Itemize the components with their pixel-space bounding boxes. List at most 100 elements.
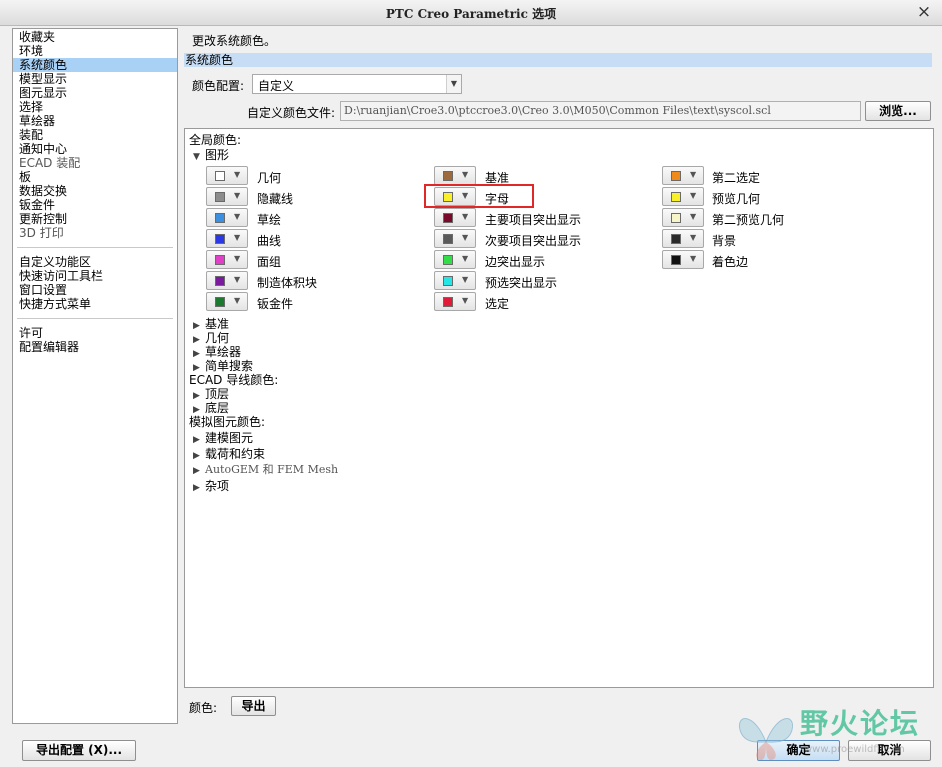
nav-item[interactable]: 系统颜色 [13,58,177,72]
options-nav: 收藏夹 环境 系统颜色 模型显示 图元显示 选择 草绘器 装配 通知中心 ECAD 装配板数据交换… [12,28,178,724]
close-icon[interactable]: × [916,3,932,21]
color-item-label: 主要项目突出显示 [485,213,582,227]
chevron-down-icon: ▼ [234,170,241,179]
color-picker-button[interactable]: ▼ [662,250,704,269]
color-swatch [443,213,453,223]
color-swatch [671,213,681,223]
chevron-down-icon: ▼ [462,170,469,179]
color-swatch [443,234,453,244]
color-picker-button[interactable]: ▼ [434,166,476,185]
export-button[interactable]: 导出 [231,696,276,716]
color-picker-button[interactable]: ▼ [662,187,704,206]
nav-item[interactable]: 快捷方式菜单 [13,297,177,311]
title-bar: PTC Creo Parametric 选项 × [0,0,942,26]
custom-file-path-field[interactable]: D:\ruanjian\Croe3.0\ptccroe3.0\Creo 3.0\… [340,101,861,121]
nav-item[interactable]: 选择 [13,100,177,114]
color-picker-button[interactable]: ▼ [662,208,704,227]
nav-item[interactable]: 更新控制 [13,212,177,226]
color-item-label: 制造体积块 [257,276,318,290]
cancel-button[interactable]: 取消 [848,740,931,761]
color-item-label: 预选突出显示 [485,276,558,290]
tree-node[interactable]: ▶ AutoGEM 和 FEM Mesh [193,461,338,477]
browse-button[interactable]: 浏览... [865,101,931,121]
nav-divider [17,247,173,248]
color-picker-button[interactable]: ▼ [206,250,248,269]
nav-item[interactable]: 自定义功能区 [13,255,177,269]
nav-group-main: 收藏夹 环境 系统颜色 模型显示 图元显示 选择 草绘器 装配 通知中心 ECAD 装配板数据交换… [13,29,177,240]
nav-item[interactable]: 快速访问工具栏 [13,269,177,283]
nav-item[interactable]: 配置编辑器 [13,340,177,354]
chevron-down-icon: ▼ [690,254,697,263]
triangle-right-icon: ▶ [193,435,200,445]
color-config-label: 颜色配置: [192,79,245,93]
color-config-dropdown[interactable]: 自定义 ▼ [252,74,462,94]
color-picker-button[interactable]: ▼ [206,292,248,311]
chevron-down-icon: ▼ [690,191,697,200]
chevron-down-icon: ▼ [690,233,697,242]
chevron-down-icon: ▼ [690,212,697,221]
graphics-group-toggle[interactable]: ▼ 图形 [193,146,229,163]
tree-node-label: AutoGEM 和 FEM Mesh [205,463,339,476]
nav-item[interactable]: 环境 [13,44,177,58]
nav-item[interactable]: ECAD 装配 [13,156,177,170]
color-picker-button[interactable]: ▼ [434,229,476,248]
nav-item[interactable]: 数据交换 [13,184,177,198]
color-picker-button[interactable]: ▼ [434,271,476,290]
nav-item[interactable]: 板 [13,170,177,184]
color-swatch [215,213,225,223]
chevron-down-icon: ▼ [462,254,469,263]
color-picker-button[interactable]: ▼ [434,250,476,269]
color-item-label: 第二预览几何 [712,213,785,227]
tree-node[interactable]: ▶ 杂项 [193,477,229,494]
color-picker-button[interactable]: ▼ [206,166,248,185]
color-item-label: 隐藏线 [257,192,294,206]
color-swatch [443,255,453,265]
chevron-down-icon: ▼ [462,212,469,221]
nav-item[interactable]: 模型显示 [13,72,177,86]
export-config-button[interactable]: 导出配置 (X)... [22,740,136,761]
page-description: 更改系统颜色。 [192,34,277,48]
nav-group-license: 许可 配置编辑器 [13,325,177,354]
chevron-down-icon[interactable]: ▼ [446,75,461,93]
color-item-label: 曲线 [257,234,282,248]
chevron-down-icon: ▼ [234,296,241,305]
nav-item[interactable]: 草绘器 [13,114,177,128]
color-picker-button[interactable]: ▼ [662,229,704,248]
nav-item[interactable]: 通知中心 [13,142,177,156]
color-config-value: 自定义 [258,79,295,93]
triangle-right-icon: ▶ [193,483,200,493]
color-item-label: 第二选定 [712,171,761,185]
nav-item[interactable]: 收藏夹 [13,30,177,44]
color-picker-button[interactable]: ▼ [662,166,704,185]
tree-section-label: 模拟图元颜色: [189,415,266,429]
chevron-down-icon: ▼ [234,254,241,263]
nav-item[interactable]: 窗口设置 [13,283,177,297]
color-swatch [215,255,225,265]
nav-item[interactable]: 装配 [13,128,177,142]
color-swatch [215,276,225,286]
nav-item[interactable]: 许可 [13,326,177,340]
chevron-down-icon: ▼ [462,233,469,242]
color-swatch [443,276,453,286]
chevron-down-icon: ▼ [234,233,241,242]
nav-divider [17,318,173,319]
color-item-label: 着色边 [712,255,749,269]
color-picker-button[interactable]: ▼ [206,208,248,227]
custom-file-label: 自定义颜色文件: [247,106,336,120]
tree-node[interactable]: ▶ 载荷和约束 [193,445,265,462]
ok-button[interactable]: 确定 [757,740,840,761]
tree-node[interactable]: ▶ 建模图元 [193,429,253,446]
nav-item[interactable]: 钣金件 [13,198,177,212]
color-picker-button[interactable]: ▼ [206,187,248,206]
color-picker-button[interactable]: ▼ [206,229,248,248]
nav-item[interactable]: 3D 打印 [13,226,177,240]
tree-node-label: 建模图元 [205,431,254,445]
section-title: 系统颜色 [184,53,932,67]
color-picker-button[interactable]: ▼ [434,292,476,311]
nav-item[interactable]: 图元显示 [13,86,177,100]
color-swatch [671,234,681,244]
color-picker-button[interactable]: ▼ [206,271,248,290]
color-item-label: 预览几何 [712,192,761,206]
color-item-label: 钣金件 [257,297,294,311]
color-picker-button[interactable]: ▼ [434,208,476,227]
